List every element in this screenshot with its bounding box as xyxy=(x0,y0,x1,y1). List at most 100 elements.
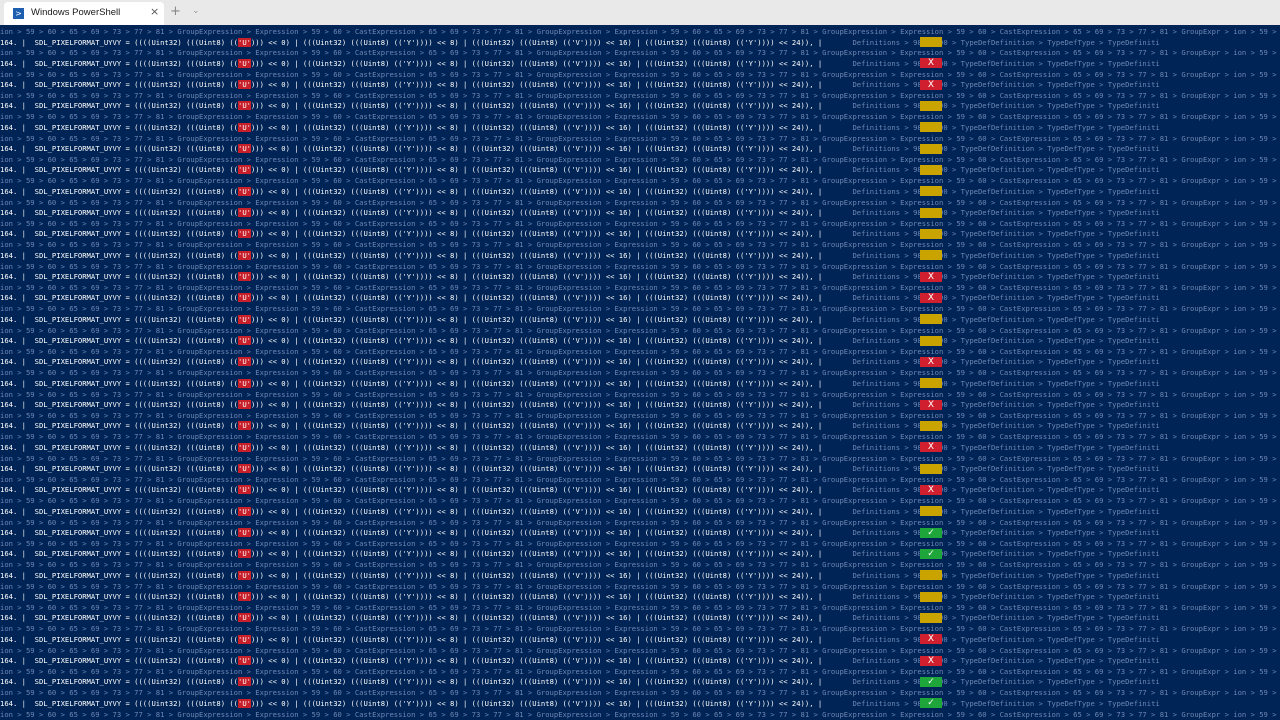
highlight-char: 'U' xyxy=(238,442,251,452)
highlight-char: 'U' xyxy=(238,122,251,132)
source-line: 164. | SDL_PIXELFORMAT_UYVY = ((((Uint32… xyxy=(0,101,1160,111)
status-fail-badge: X xyxy=(920,484,942,495)
highlight-char: 'U' xyxy=(238,528,251,538)
source-line: 164. | SDL_PIXELFORMAT_UYVY = ((((Uint32… xyxy=(0,378,1160,388)
status-warn-badge xyxy=(920,250,942,261)
powershell-icon: > xyxy=(13,8,24,19)
status-warn-badge xyxy=(920,506,942,517)
highlight-char: 'U' xyxy=(238,229,251,239)
source-line: 164. | SDL_PIXELFORMAT_UYVY = ((((Uint32… xyxy=(0,400,1160,410)
source-line: 164. | SDL_PIXELFORMAT_UYVY = ((((Uint32… xyxy=(0,293,1160,303)
status-warn-badge xyxy=(920,164,942,175)
tab-title: Windows PowerShell xyxy=(31,7,121,18)
status-warn-badge xyxy=(920,612,942,623)
trace-line: ion > 59 > 60 > 65 > 69 > 73 > 77 > 81 >… xyxy=(0,325,1277,335)
trace-line: ion > 59 > 60 > 65 > 69 > 73 > 77 > 81 >… xyxy=(0,624,1277,634)
status-fail-badge: X xyxy=(920,399,942,410)
highlight-char: 'U' xyxy=(238,186,251,196)
trace-line: ion > 59 > 60 > 65 > 69 > 73 > 77 > 81 >… xyxy=(0,112,1277,122)
highlight-char: 'U' xyxy=(238,421,251,431)
trace-line: ion > 59 > 60 > 65 > 69 > 73 > 77 > 81 >… xyxy=(0,560,1277,570)
status-pass-badge: ✓ xyxy=(920,698,942,709)
source-line: 164. | SDL_PIXELFORMAT_UYVY = ((((Uint32… xyxy=(0,336,1160,346)
source-line: 164. | SDL_PIXELFORMAT_UYVY = ((((Uint32… xyxy=(0,208,1160,218)
highlight-char: 'U' xyxy=(238,80,251,90)
source-line: 164. | SDL_PIXELFORMAT_UYVY = ((((Uint32… xyxy=(0,80,1160,90)
highlight-char: 'U' xyxy=(238,485,251,495)
highlight-char: 'U' xyxy=(238,613,251,623)
trace-line: ion > 59 > 60 > 65 > 69 > 73 > 77 > 81 >… xyxy=(0,27,1277,36)
status-warn-badge xyxy=(920,378,942,389)
trace-line: ion > 59 > 60 > 65 > 69 > 73 > 77 > 81 >… xyxy=(0,48,1277,58)
trace-line: ion > 59 > 60 > 65 > 69 > 73 > 77 > 81 >… xyxy=(0,240,1277,250)
source-line: 164. | SDL_PIXELFORMAT_UYVY = ((((Uint32… xyxy=(0,314,1160,324)
source-line: 164. | SDL_PIXELFORMAT_UYVY = ((((Uint32… xyxy=(0,485,1160,495)
status-fail-badge: X xyxy=(920,634,942,645)
trace-line: ion > 59 > 60 > 65 > 69 > 73 > 77 > 81 >… xyxy=(0,176,1277,186)
status-warn-badge xyxy=(920,420,942,431)
trace-line: ion > 59 > 60 > 65 > 69 > 73 > 77 > 81 >… xyxy=(0,368,1277,378)
source-line: 164. | SDL_PIXELFORMAT_UYVY = ((((Uint32… xyxy=(0,421,1160,431)
highlight-char: 'U' xyxy=(238,314,251,324)
source-line: 164. | SDL_PIXELFORMAT_UYVY = ((((Uint32… xyxy=(0,229,1160,239)
status-fail-badge: X xyxy=(920,356,942,367)
chevron-down-icon[interactable]: ⌄ xyxy=(192,6,200,16)
tab-windows-powershell[interactable]: > Windows PowerShell × xyxy=(4,2,164,25)
status-warn-badge xyxy=(920,570,942,581)
trace-line: ion > 59 > 60 > 65 > 69 > 73 > 77 > 81 >… xyxy=(0,410,1277,420)
trace-line: ion > 59 > 60 > 65 > 69 > 73 > 77 > 81 >… xyxy=(0,432,1277,442)
highlight-char: 'U' xyxy=(238,400,251,410)
highlight-char: 'U' xyxy=(238,58,251,68)
source-line: 164. | SDL_PIXELFORMAT_UYVY = ((((Uint32… xyxy=(0,37,1160,47)
highlight-char: 'U' xyxy=(238,378,251,388)
highlight-char: 'U' xyxy=(238,656,251,666)
status-pass-badge: ✓ xyxy=(920,548,942,559)
source-line: 164. | SDL_PIXELFORMAT_UYVY = ((((Uint32… xyxy=(0,613,1160,623)
new-tab-button[interactable]: + xyxy=(170,4,181,19)
status-fail-badge: X xyxy=(920,442,942,453)
highlight-char: 'U' xyxy=(238,37,251,47)
source-line: 164. | SDL_PIXELFORMAT_UYVY = ((((Uint32… xyxy=(0,272,1160,282)
source-line: 164. | SDL_PIXELFORMAT_UYVY = ((((Uint32… xyxy=(0,58,1160,68)
title-bar: > Windows PowerShell × + ⌄ xyxy=(0,0,1280,25)
status-warn-badge xyxy=(920,186,942,197)
trace-line: ion > 59 > 60 > 65 > 69 > 73 > 77 > 81 >… xyxy=(0,517,1277,527)
source-line: 164. | SDL_PIXELFORMAT_UYVY = ((((Uint32… xyxy=(0,592,1160,602)
status-warn-badge xyxy=(920,207,942,218)
highlight-char: 'U' xyxy=(238,464,251,474)
trace-line: ion > 59 > 60 > 65 > 69 > 73 > 77 > 81 >… xyxy=(0,389,1277,399)
status-warn-badge xyxy=(920,335,942,346)
highlight-char: 'U' xyxy=(238,698,251,708)
close-icon[interactable]: × xyxy=(150,5,159,18)
highlight-char: 'U' xyxy=(238,208,251,218)
highlight-char: 'U' xyxy=(238,677,251,687)
source-line: 164. | SDL_PIXELFORMAT_UYVY = ((((Uint32… xyxy=(0,357,1160,367)
highlight-char: 'U' xyxy=(238,357,251,367)
status-pass-badge: ✓ xyxy=(920,527,942,538)
trace-line: ion > 59 > 60 > 65 > 69 > 73 > 77 > 81 >… xyxy=(0,69,1277,79)
highlight-char: 'U' xyxy=(238,101,251,111)
status-fail-badge: X xyxy=(920,271,942,282)
trace-line: ion > 59 > 60 > 65 > 69 > 73 > 77 > 81 >… xyxy=(0,154,1277,164)
status-warn-badge xyxy=(920,100,942,111)
highlight-char: 'U' xyxy=(238,570,251,580)
trace-line: ion > 59 > 60 > 65 > 69 > 73 > 77 > 81 >… xyxy=(0,197,1277,207)
console-output[interactable]: ion > 59 > 60 > 65 > 69 > 73 > 77 > 81 >… xyxy=(0,25,1280,720)
trace-line: ion > 59 > 60 > 65 > 69 > 73 > 77 > 81 >… xyxy=(0,581,1277,591)
status-fail-badge: X xyxy=(920,79,942,90)
trace-line: ion > 59 > 60 > 65 > 69 > 73 > 77 > 81 >… xyxy=(0,90,1277,100)
highlight-char: 'U' xyxy=(238,165,251,175)
source-line: 164. | SDL_PIXELFORMAT_UYVY = ((((Uint32… xyxy=(0,656,1160,666)
highlight-char: 'U' xyxy=(238,336,251,346)
source-line: 164. | SDL_PIXELFORMAT_UYVY = ((((Uint32… xyxy=(0,442,1160,452)
trace-line: ion > 59 > 60 > 65 > 69 > 73 > 77 > 81 >… xyxy=(0,645,1277,655)
status-warn-badge xyxy=(920,143,942,154)
source-line: 164. | SDL_PIXELFORMAT_UYVY = ((((Uint32… xyxy=(0,549,1160,559)
source-line: 164. | SDL_PIXELFORMAT_UYVY = ((((Uint32… xyxy=(0,186,1160,196)
source-line: 164. | SDL_PIXELFORMAT_UYVY = ((((Uint32… xyxy=(0,144,1160,154)
status-fail-badge: X xyxy=(920,655,942,666)
trace-line: ion > 59 > 60 > 65 > 69 > 73 > 77 > 81 >… xyxy=(0,282,1277,292)
source-line: 164. | SDL_PIXELFORMAT_UYVY = ((((Uint32… xyxy=(0,634,1160,644)
status-warn-badge xyxy=(920,37,942,47)
highlight-char: 'U' xyxy=(238,293,251,303)
